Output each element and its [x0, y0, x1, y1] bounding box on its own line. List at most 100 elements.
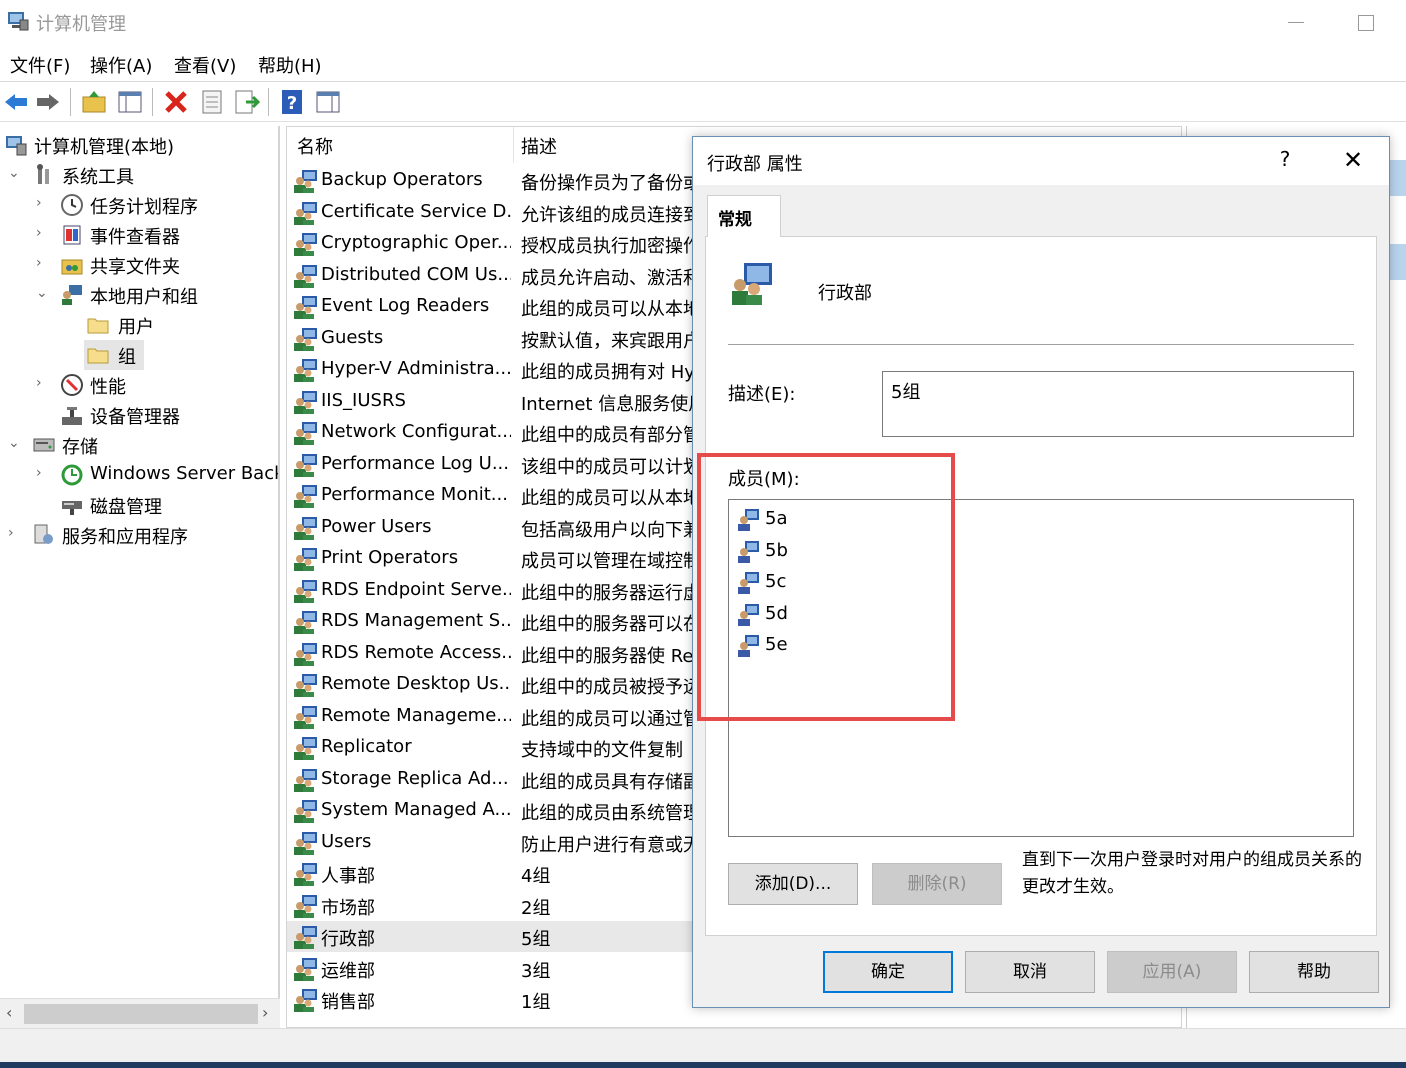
group-name-cell: Network Configurat... — [321, 421, 511, 442]
minimize-button[interactable] — [1282, 6, 1312, 36]
users-icon — [62, 285, 82, 305]
tree-horizontal-scrollbar[interactable]: ‹ › — [0, 998, 280, 1028]
chevron-right-icon[interactable]: › — [8, 526, 22, 540]
forward-arrow-icon[interactable] — [34, 88, 62, 116]
tree-item-groups[interactable]: 组 — [84, 340, 144, 370]
tools-icon — [37, 164, 49, 184]
column-header-name[interactable]: 名称 — [297, 133, 333, 159]
group-description-cell: 成员可以管理在域控制 — [521, 551, 701, 572]
tab-general[interactable]: 常规 — [707, 195, 781, 237]
group-description-cell: 此组的成员由系统管理 — [521, 803, 701, 824]
column-divider[interactable] — [513, 127, 514, 163]
group-name-cell: Guests — [321, 326, 384, 348]
window-title: 计算机管理 — [36, 14, 126, 35]
menu-help[interactable]: 帮助(H) — [258, 52, 322, 78]
group-icon — [293, 200, 319, 226]
group-description-cell: 4组 — [521, 866, 551, 887]
divider — [728, 344, 1354, 345]
description-label: 描述(E): — [728, 384, 796, 405]
group-description-cell: 此组的成员可以从本地 — [521, 299, 701, 320]
help-icon[interactable]: ? — [278, 88, 306, 116]
group-icon — [293, 956, 319, 982]
group-icon — [293, 452, 319, 478]
chevron-down-icon[interactable]: ⌄ — [36, 286, 50, 300]
menu-view[interactable]: 查看(V) — [174, 52, 236, 78]
help-question-icon[interactable]: ? — [1271, 147, 1299, 175]
computer-management-icon — [8, 12, 29, 31]
action-header[interactable] — [1390, 160, 1406, 196]
remove-button[interactable]: 删除(R) — [872, 863, 1002, 905]
group-name-cell: Cryptographic Oper... — [321, 232, 511, 253]
group-description-cell: 该组中的成员可以计划 — [521, 456, 701, 478]
add-button[interactable]: 添加(D)... — [728, 863, 858, 905]
show-hide-tree-icon[interactable] — [116, 88, 144, 116]
group-icon — [293, 830, 319, 856]
description-field[interactable]: 5组 — [882, 371, 1354, 437]
group-description-cell: 包括高级用户以向下兼 — [521, 519, 701, 541]
group-icon — [293, 767, 319, 793]
chevron-right-icon[interactable]: › — [36, 196, 50, 210]
chevron-right-icon[interactable]: › — [36, 256, 50, 270]
event-viewer-icon — [63, 225, 81, 245]
group-description-cell: 2组 — [521, 897, 551, 919]
group-name-cell: Users — [321, 830, 372, 852]
chevron-right-icon[interactable]: › — [36, 466, 50, 480]
group-description-cell: 按默认值，来宾跟用户 — [521, 330, 701, 352]
group-name-cell: Power Users — [321, 515, 432, 537]
group-name-cell: Remote Manageme... — [321, 704, 511, 726]
chevron-down-icon[interactable]: ⌄ — [8, 166, 22, 180]
group-description-cell: 此组中的服务器使 Re — [521, 645, 694, 667]
back-arrow-icon[interactable] — [2, 88, 30, 116]
export-icon[interactable] — [232, 88, 260, 116]
group-icon — [293, 483, 319, 509]
performance-icon — [61, 374, 83, 396]
chevron-right-icon[interactable]: › — [36, 226, 50, 240]
apply-button[interactable]: 应用(A) — [1107, 951, 1237, 993]
membership-note: 直到下一次用户登录时对用户的组成员关系的更改才生效。 — [1022, 850, 1362, 897]
column-header-description[interactable]: 描述 — [521, 133, 557, 159]
ok-button[interactable]: 确定 — [823, 951, 953, 993]
group-name-cell: Backup Operators — [321, 169, 483, 190]
group-icon — [293, 231, 319, 257]
group-name-cell: Certificate Service D... — [321, 200, 511, 222]
group-name-cell: 行政部 — [321, 929, 375, 950]
group-description-cell: 此组中的服务器运行虚 — [521, 582, 701, 604]
group-icon — [293, 389, 319, 415]
group-name-cell: Performance Monit... — [321, 484, 508, 505]
help-button[interactable]: 帮助 — [1249, 951, 1379, 993]
group-description-cell: 此组的成员拥有对 Hy — [521, 362, 695, 383]
storage-icon — [33, 438, 55, 452]
svg-text:?: ? — [287, 93, 297, 114]
action-header[interactable] — [1390, 244, 1406, 280]
group-description-cell: 3组 — [521, 960, 551, 982]
group-description-cell: 5组 — [521, 929, 551, 950]
scroll-right-icon[interactable]: › — [262, 1003, 268, 1022]
chevron-right-icon[interactable]: › — [36, 376, 50, 390]
group-icon — [293, 987, 319, 1013]
group-description-cell: 防止用户进行有意或无 — [521, 834, 701, 856]
group-description-cell: 1组 — [521, 992, 551, 1013]
group-description-cell: 此组的成员具有存储副 — [521, 771, 701, 793]
chevron-down-icon[interactable]: ⌄ — [8, 436, 22, 450]
maximize-button[interactable] — [1350, 6, 1380, 36]
cancel-button[interactable]: 取消 — [965, 951, 1095, 993]
group-name-cell: 市场部 — [321, 897, 375, 919]
group-description-cell: 此组的成员可以从本地 — [521, 488, 701, 509]
delete-icon[interactable] — [162, 88, 190, 116]
menu-file[interactable]: 文件(F) — [10, 52, 70, 78]
group-name: 行政部 — [818, 283, 872, 304]
up-folder-icon[interactable] — [80, 88, 108, 116]
scrollbar-thumb[interactable] — [24, 1004, 258, 1024]
action-pane-icon[interactable] — [314, 88, 342, 116]
properties-icon[interactable] — [198, 88, 226, 116]
group-icon — [293, 641, 319, 667]
scroll-left-icon[interactable]: ‹ — [6, 1003, 12, 1022]
group-icon — [293, 893, 319, 919]
group-name-cell: System Managed A... — [321, 799, 511, 820]
close-icon[interactable]: ✕ — [1339, 147, 1367, 175]
group-icon — [293, 924, 319, 950]
group-name-cell: Replicator — [321, 736, 412, 757]
group-description-cell: 此组中的成员有部分管 — [521, 425, 701, 446]
group-name-cell: Storage Replica Ad... — [321, 767, 509, 789]
menu-action[interactable]: 操作(A) — [90, 52, 152, 78]
